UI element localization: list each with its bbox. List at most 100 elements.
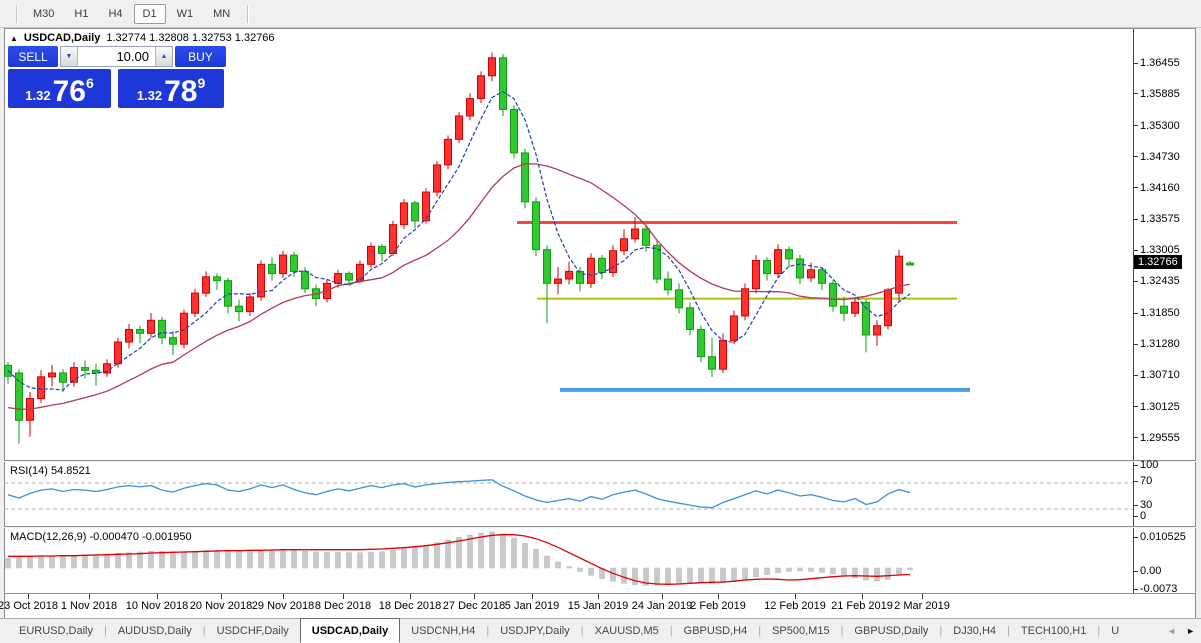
candle: [874, 320, 881, 346]
rsi-pane[interactable]: [4, 462, 1133, 526]
macd-histogram-bar: [864, 568, 869, 580]
rsi-label: RSI(14) 54.8521: [10, 465, 91, 477]
timeframe-button-W1[interactable]: W1: [168, 4, 203, 24]
candle: [555, 267, 562, 294]
tab-usdchf-daily[interactable]: USDCHF,Daily: [206, 619, 300, 643]
timeframe-button-H4[interactable]: H4: [99, 4, 131, 24]
tab-u[interactable]: U: [1100, 619, 1130, 643]
tab-usdcnh-h4[interactable]: USDCNH,H4: [400, 619, 486, 643]
macd-histogram-bar: [94, 555, 99, 568]
candle: [104, 359, 111, 376]
ohlc-values: 1.32774 1.32808 1.32753 1.32766: [106, 32, 274, 44]
candle: [786, 246, 793, 267]
tab-usdjpy-daily[interactable]: USDJPY,Daily: [489, 619, 581, 643]
macd-histogram-bar: [589, 568, 594, 575]
date-tick-mark: [795, 594, 796, 599]
candle: [313, 284, 320, 306]
macd-histogram-bar: [105, 554, 110, 568]
sell-price-pip: 6: [86, 75, 94, 91]
macd-histogram-bar: [479, 533, 484, 568]
macd-histogram-bar: [39, 556, 44, 568]
price-tick: [1134, 156, 1138, 157]
macd-histogram-bar: [699, 568, 704, 583]
volume-increase-icon[interactable]: ▲: [155, 47, 172, 66]
macd-histogram-bar: [776, 568, 781, 573]
date-tick-mark: [283, 594, 284, 599]
candle: [258, 261, 265, 301]
candle: [27, 392, 34, 437]
candle: [214, 274, 221, 290]
date-axis-label: 29 Nov 2018: [252, 600, 314, 612]
macd-histogram-bar: [655, 568, 660, 585]
tab-scroll-left-icon[interactable]: ◄: [1167, 626, 1176, 636]
tab-gbpusd-daily[interactable]: GBPUSD,Daily: [843, 619, 939, 643]
date-axis-label: 8 Dec 2018: [315, 600, 371, 612]
timeframe-button-MN[interactable]: MN: [204, 4, 239, 24]
tab-sp500-m15[interactable]: SP500,M15: [761, 619, 840, 643]
axis-separator: [1133, 29, 1134, 593]
current-price-tag: 1.32766: [1134, 255, 1182, 269]
date-tick-mark: [662, 594, 663, 599]
tab-usdcad-daily[interactable]: USDCAD,Daily: [300, 618, 400, 643]
candle: [720, 333, 727, 373]
tab-eurusd-daily[interactable]: EURUSD,Daily: [8, 619, 104, 643]
macd-tick: [1134, 537, 1138, 538]
candle: [665, 271, 672, 295]
timeframe-button-D1[interactable]: D1: [134, 4, 166, 24]
candle: [93, 364, 100, 386]
collapse-arrow-icon[interactable]: ▲: [10, 34, 18, 43]
volume-input[interactable]: 10.00: [78, 47, 155, 66]
candle: [269, 257, 276, 280]
sell-button[interactable]: SELL: [8, 46, 58, 67]
candle: [841, 297, 848, 321]
tab-tech100-h1[interactable]: TECH100,H1: [1010, 619, 1097, 643]
buy-price-tile[interactable]: 1.32 78 9: [118, 69, 224, 108]
timeframe-button-M30[interactable]: M30: [24, 4, 63, 24]
tab-xauusd-m5[interactable]: XAUUSD,M5: [584, 619, 670, 643]
price-axis-label: 1.32435: [1140, 275, 1180, 287]
date-tick-mark: [410, 594, 411, 599]
macd-histogram-bar: [842, 568, 847, 576]
candle: [126, 324, 133, 348]
candle: [687, 302, 694, 335]
macd-histogram-bar: [424, 545, 429, 568]
toolbar-divider: [247, 5, 249, 23]
price-axis-label: 1.35885: [1140, 88, 1180, 100]
price-tick: [1134, 281, 1138, 282]
date-tick-mark: [862, 594, 863, 599]
macd-histogram-bar: [50, 556, 55, 568]
buy-price-main: 78: [164, 79, 197, 105]
timeframe-button-H1[interactable]: H1: [65, 4, 97, 24]
volume-decrease-icon[interactable]: ▼: [61, 47, 78, 66]
one-click-trade-panel: SELL ▼ 10.00 ▲ BUY 1.32 76 6 1.32 78 9: [8, 46, 226, 108]
date-tick-mark: [474, 594, 475, 599]
candle: [38, 370, 45, 403]
buy-button[interactable]: BUY: [175, 46, 226, 67]
date-axis-label: 27 Dec 2018: [443, 600, 505, 612]
candle: [742, 283, 749, 320]
tab-scroll-right-icon[interactable]: ►: [1186, 626, 1195, 636]
macd-histogram-bar: [369, 552, 374, 568]
candle: [797, 255, 804, 284]
macd-tick: [1134, 589, 1138, 590]
tab-dj30-h4[interactable]: DJ30,H4: [942, 619, 1007, 643]
macd-histogram-bar: [831, 568, 836, 574]
candle: [203, 271, 210, 297]
tab-gbpusd-h4[interactable]: GBPUSD,H4: [673, 619, 759, 643]
macd-histogram-bar: [116, 553, 121, 568]
candle: [533, 197, 540, 256]
sell-price-main: 76: [53, 79, 86, 105]
candle: [280, 251, 287, 278]
price-tick: [1134, 63, 1138, 64]
candle: [412, 201, 419, 228]
macd-histogram-bar: [567, 567, 572, 568]
sell-price-tile[interactable]: 1.32 76 6: [8, 69, 111, 108]
date-tick-mark: [157, 594, 158, 599]
macd-histogram-bar: [391, 550, 396, 568]
tab-audusd-daily[interactable]: AUDUSD,Daily: [107, 619, 203, 643]
toolbar-grip: [16, 5, 18, 23]
macd-histogram-bar: [237, 551, 242, 568]
macd-histogram-bar: [215, 550, 220, 568]
candle: [709, 338, 716, 377]
candle: [753, 255, 760, 293]
